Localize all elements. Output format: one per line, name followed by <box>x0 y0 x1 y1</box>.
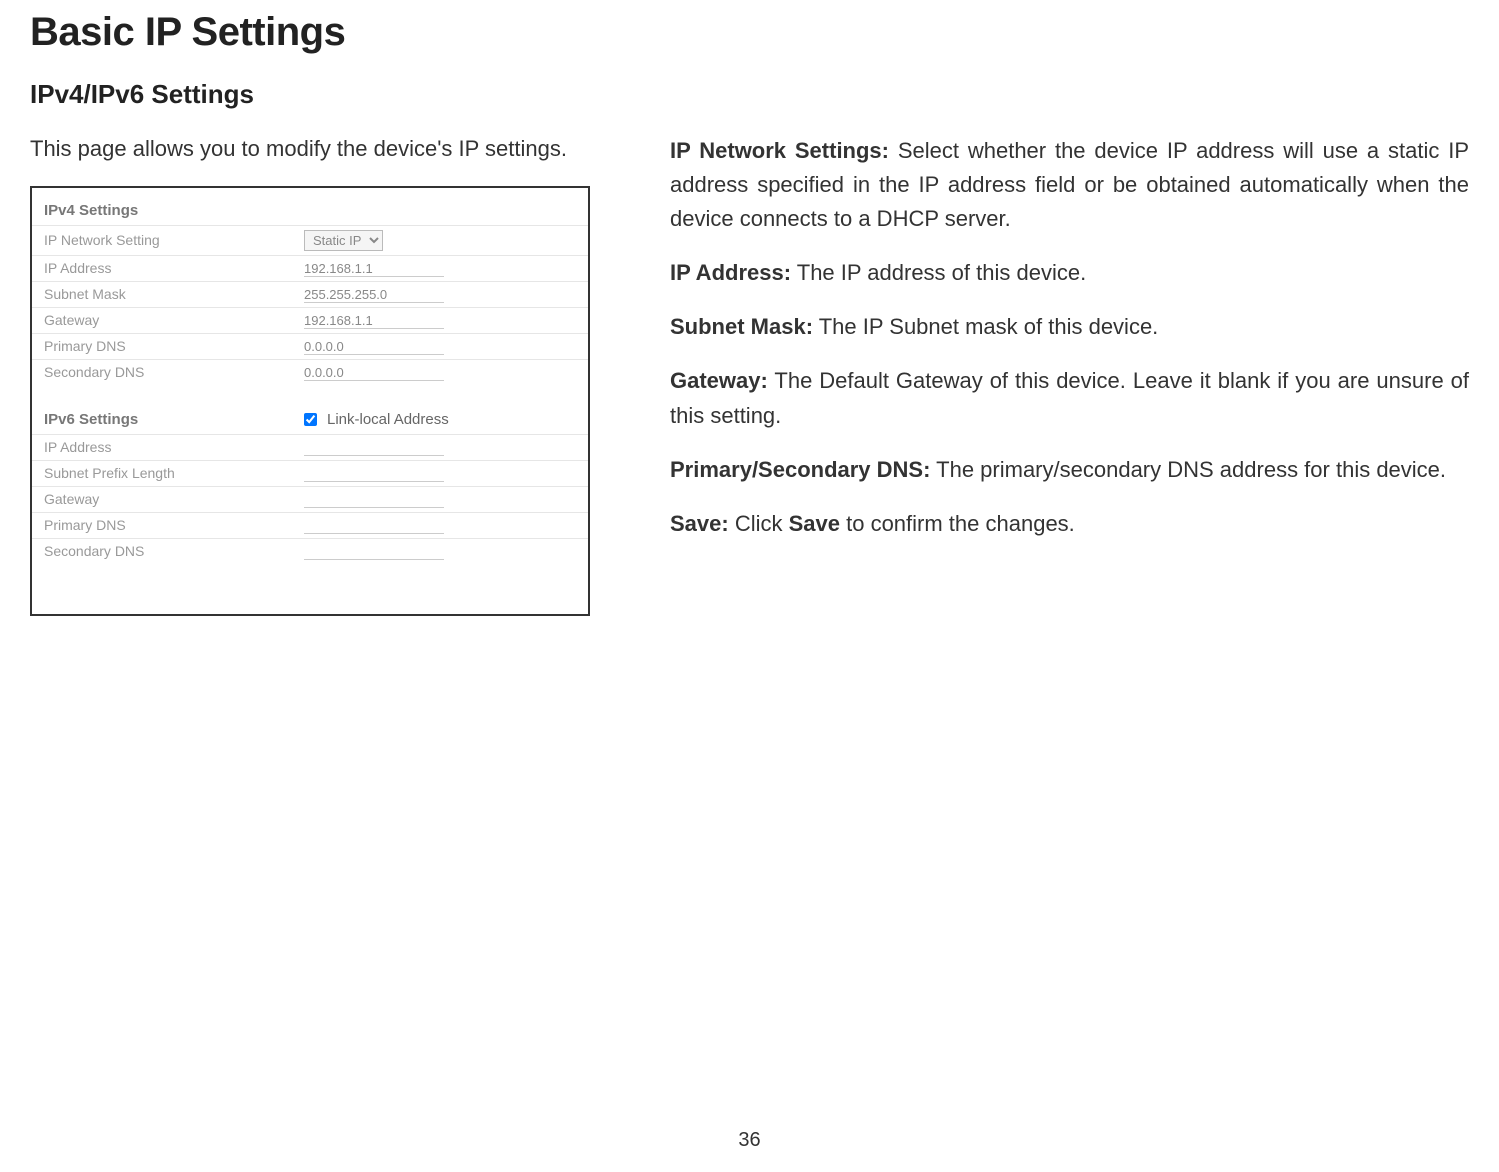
row-subnet-mask: Subnet Mask <box>32 281 588 307</box>
ipv6-heading-row: IPv6 Settings Link-local Address <box>32 405 588 434</box>
desc-subnet-label: Subnet Mask: <box>670 314 813 339</box>
label-ip-network-setting: IP Network Setting <box>44 232 304 248</box>
ipv6-heading: IPv6 Settings <box>44 411 304 428</box>
page-number: 36 <box>0 1129 1499 1152</box>
input-ipv6-pdns[interactable] <box>304 518 444 534</box>
desc-ipaddr-text: The IP address of this device. <box>791 260 1086 285</box>
desc-subnet-text: The IP Subnet mask of this device. <box>813 314 1158 339</box>
desc-ipaddr-label: IP Address: <box>670 260 791 285</box>
link-local-checkbox-label[interactable]: Link-local Address <box>304 411 449 428</box>
input-ipv6-address[interactable] <box>304 440 444 456</box>
right-column: IP Network Settings: Select whether the … <box>670 134 1469 616</box>
input-ipv6-gateway[interactable] <box>304 492 444 508</box>
desc-save-text-a: Click <box>729 511 789 536</box>
label-ipv6-address: IP Address <box>44 439 304 455</box>
label-ipv6-gateway: Gateway <box>44 491 304 507</box>
input-ipv6-prefix[interactable] <box>304 466 444 482</box>
row-ip-address: IP Address <box>32 255 588 281</box>
desc-dns: Primary/Secondary DNS: The primary/secon… <box>670 453 1469 487</box>
page-title-h2: IPv4/IPv6 Settings <box>30 79 1469 110</box>
row-secondary-dns: Secondary DNS <box>32 359 588 385</box>
row-ip-network-setting: IP Network Setting Static IP <box>32 225 588 255</box>
row-primary-dns: Primary DNS <box>32 333 588 359</box>
link-local-checkbox[interactable] <box>304 413 317 426</box>
label-ipv6-prefix: Subnet Prefix Length <box>44 465 304 481</box>
label-ip-address: IP Address <box>44 260 304 276</box>
input-gateway[interactable] <box>304 313 444 329</box>
label-secondary-dns: Secondary DNS <box>44 364 304 380</box>
label-ipv6-sdns: Secondary DNS <box>44 543 304 559</box>
desc-save-label-b: Save <box>789 511 840 536</box>
desc-dns-text: The primary/secondary DNS address for th… <box>930 457 1446 482</box>
label-ipv6-pdns: Primary DNS <box>44 517 304 533</box>
two-column-layout: This page allows you to modify the devic… <box>30 134 1469 616</box>
select-ip-network-setting[interactable]: Static IP <box>304 230 383 251</box>
desc-subnet-mask: Subnet Mask: The IP Subnet mask of this … <box>670 310 1469 344</box>
label-gateway: Gateway <box>44 312 304 328</box>
desc-gateway: Gateway: The Default Gateway of this dev… <box>670 364 1469 432</box>
input-secondary-dns[interactable] <box>304 365 444 381</box>
desc-save: Save: Click Save to confirm the changes. <box>670 507 1469 541</box>
desc-ipnet-label: IP Network Settings: <box>670 138 889 163</box>
page-title-h1: Basic IP Settings <box>30 10 1469 55</box>
label-subnet-mask: Subnet Mask <box>44 286 304 302</box>
row-ipv6-prefix: Subnet Prefix Length <box>32 460 588 486</box>
input-ip-address[interactable] <box>304 261 444 277</box>
row-ipv6-address: IP Address <box>32 434 588 460</box>
ipv4-heading: IPv4 Settings <box>32 196 588 225</box>
desc-gateway-text: The Default Gateway of this device. Leav… <box>670 368 1469 427</box>
settings-screenshot: IPv4 Settings IP Network Setting Static … <box>30 186 590 616</box>
input-ipv6-sdns[interactable] <box>304 544 444 560</box>
row-ipv6-pdns: Primary DNS <box>32 512 588 538</box>
desc-ip-network-settings: IP Network Settings: Select whether the … <box>670 134 1469 236</box>
row-ipv6-sdns: Secondary DNS <box>32 538 588 564</box>
row-ipv6-gateway: Gateway <box>32 486 588 512</box>
desc-ip-address: IP Address: The IP address of this devic… <box>670 256 1469 290</box>
desc-save-text-b: to confirm the changes. <box>840 511 1075 536</box>
desc-save-label: Save: <box>670 511 729 536</box>
intro-text: This page allows you to modify the devic… <box>30 134 590 164</box>
input-subnet-mask[interactable] <box>304 287 444 303</box>
input-primary-dns[interactable] <box>304 339 444 355</box>
label-primary-dns: Primary DNS <box>44 338 304 354</box>
desc-gateway-label: Gateway: <box>670 368 768 393</box>
left-column: This page allows you to modify the devic… <box>30 134 590 616</box>
link-local-text: Link-local Address <box>327 411 449 428</box>
row-gateway: Gateway <box>32 307 588 333</box>
desc-dns-label: Primary/Secondary DNS: <box>670 457 930 482</box>
